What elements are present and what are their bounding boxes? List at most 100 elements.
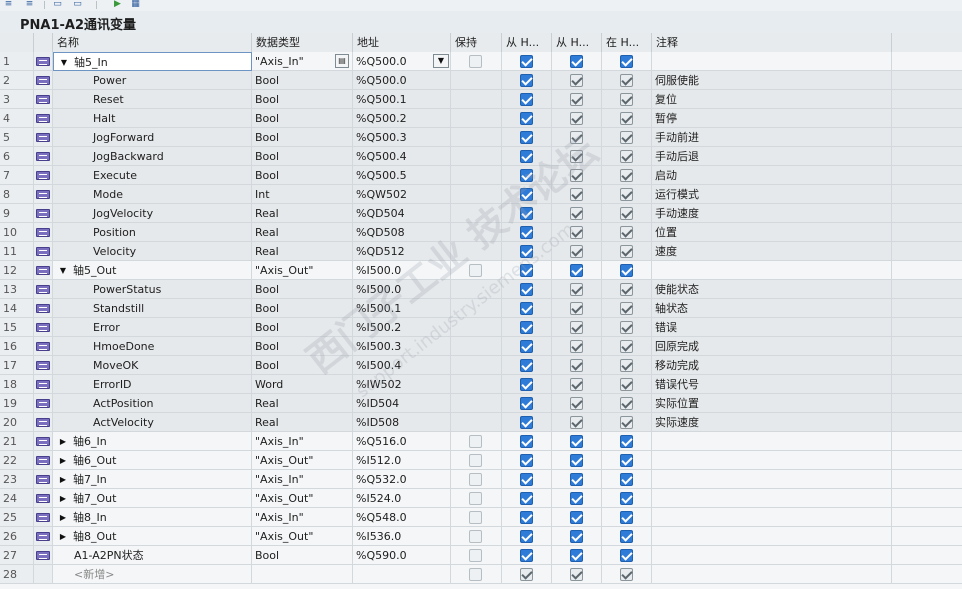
comment-cell[interactable] bbox=[652, 451, 892, 470]
from-hmi-2-checkbox[interactable] bbox=[570, 264, 583, 277]
datatype-cell[interactable]: Bool bbox=[252, 299, 353, 318]
datatype-cell[interactable]: Bool bbox=[252, 109, 353, 128]
from-hmi-2-checkbox[interactable] bbox=[570, 93, 583, 106]
table-row[interactable]: 8 Mode Int %QW502 运行模式 bbox=[0, 185, 962, 204]
name-cell[interactable]: ▶ 轴6_In bbox=[53, 432, 252, 451]
name-cell[interactable]: JogForward bbox=[53, 128, 252, 147]
in-hmi-checkbox[interactable] bbox=[620, 492, 633, 505]
add-new-placeholder[interactable]: <新增> bbox=[74, 565, 114, 583]
from-hmi-1-checkbox[interactable] bbox=[520, 454, 533, 467]
expand-arrow-icon[interactable]: ▶ bbox=[58, 470, 68, 488]
from-hmi-2-checkbox[interactable] bbox=[570, 150, 583, 163]
comment-cell[interactable]: 回原完成 bbox=[652, 337, 892, 356]
from-hmi-2-cell[interactable] bbox=[552, 337, 602, 356]
retain-cell[interactable] bbox=[451, 261, 502, 280]
from-hmi-1-checkbox[interactable] bbox=[520, 397, 533, 410]
comment-cell[interactable] bbox=[652, 470, 892, 489]
address-cell[interactable]: %I500.1 bbox=[353, 299, 451, 318]
table-row[interactable]: 9 JogVelocity Real %QD504 手动速度 bbox=[0, 204, 962, 223]
retain-checkbox[interactable] bbox=[469, 530, 482, 543]
from-hmi-1-checkbox[interactable] bbox=[520, 93, 533, 106]
datatype-cell[interactable]: Bool bbox=[252, 90, 353, 109]
address-cell[interactable]: %Q500.3 bbox=[353, 128, 451, 147]
table-row[interactable]: 2 Power Bool %Q500.0 伺服使能 bbox=[0, 71, 962, 90]
retain-cell[interactable] bbox=[451, 432, 502, 451]
comment-cell[interactable] bbox=[652, 489, 892, 508]
header-address[interactable]: 地址 bbox=[353, 33, 451, 52]
from-hmi-2-checkbox[interactable] bbox=[570, 549, 583, 562]
from-hmi-1-cell[interactable] bbox=[502, 242, 552, 261]
in-hmi-checkbox[interactable] bbox=[620, 226, 633, 239]
from-hmi-1-cell[interactable] bbox=[502, 546, 552, 565]
address-cell[interactable]: %Q516.0 bbox=[353, 432, 451, 451]
datatype-cell[interactable]: Bool bbox=[252, 318, 353, 337]
from-hmi-1-cell[interactable] bbox=[502, 52, 552, 71]
address-cell[interactable]: %Q500.5 bbox=[353, 166, 451, 185]
in-hmi-checkbox[interactable] bbox=[620, 340, 633, 353]
from-hmi-2-checkbox[interactable] bbox=[570, 397, 583, 410]
from-hmi-2-checkbox[interactable] bbox=[570, 340, 583, 353]
watch-icon[interactable]: ▦ bbox=[130, 0, 141, 9]
from-hmi-1-cell[interactable] bbox=[502, 71, 552, 90]
address-cell[interactable]: %QD512 bbox=[353, 242, 451, 261]
name-cell[interactable]: Standstill bbox=[53, 299, 252, 318]
in-hmi-cell[interactable] bbox=[602, 413, 652, 432]
from-hmi-1-checkbox[interactable] bbox=[520, 112, 533, 125]
from-hmi-1-checkbox[interactable] bbox=[520, 359, 533, 372]
retain-checkbox[interactable] bbox=[469, 492, 482, 505]
datatype-cell[interactable]: "Axis_Out" bbox=[252, 451, 353, 470]
expand-icon[interactable]: ▭ bbox=[52, 0, 63, 9]
in-hmi-checkbox[interactable] bbox=[620, 283, 633, 296]
retain-cell[interactable] bbox=[451, 451, 502, 470]
datatype-cell[interactable]: "Axis_Out" bbox=[252, 489, 353, 508]
from-hmi-2-checkbox[interactable] bbox=[570, 169, 583, 182]
in-hmi-cell[interactable] bbox=[602, 318, 652, 337]
retain-cell[interactable] bbox=[451, 565, 502, 584]
from-hmi-1-cell[interactable] bbox=[502, 413, 552, 432]
address-cell[interactable]: %Q500.0 bbox=[353, 71, 451, 90]
from-hmi-2-cell[interactable] bbox=[552, 356, 602, 375]
in-hmi-checkbox[interactable] bbox=[620, 55, 633, 68]
table-row[interactable]: 25 ▶ 轴8_In "Axis_In" %Q548.0 bbox=[0, 508, 962, 527]
table-row[interactable]: 14 Standstill Bool %I500.1 轴状态 bbox=[0, 299, 962, 318]
address-cell[interactable] bbox=[353, 565, 451, 584]
table-row[interactable]: 11 Velocity Real %QD512 速度 bbox=[0, 242, 962, 261]
table-row[interactable]: 24 ▶ 轴7_Out "Axis_Out" %I524.0 bbox=[0, 489, 962, 508]
from-hmi-2-cell[interactable] bbox=[552, 242, 602, 261]
comment-cell[interactable] bbox=[652, 546, 892, 565]
datatype-cell[interactable]: Bool bbox=[252, 356, 353, 375]
in-hmi-checkbox[interactable] bbox=[620, 549, 633, 562]
datatype-cell[interactable]: "Axis_In" ▤ bbox=[252, 52, 353, 71]
from-hmi-1-cell[interactable] bbox=[502, 204, 552, 223]
in-hmi-checkbox[interactable] bbox=[620, 454, 633, 467]
from-hmi-2-checkbox[interactable] bbox=[570, 454, 583, 467]
from-hmi-1-checkbox[interactable] bbox=[520, 473, 533, 486]
comment-cell[interactable]: 错误 bbox=[652, 318, 892, 337]
in-hmi-cell[interactable] bbox=[602, 451, 652, 470]
from-hmi-2-checkbox[interactable] bbox=[570, 207, 583, 220]
comment-cell[interactable]: 伺服使能 bbox=[652, 71, 892, 90]
from-hmi-2-cell[interactable] bbox=[552, 394, 602, 413]
name-cell[interactable]: PowerStatus bbox=[53, 280, 252, 299]
in-hmi-cell[interactable] bbox=[602, 546, 652, 565]
comment-cell[interactable] bbox=[652, 508, 892, 527]
name-cell[interactable]: <新增> bbox=[53, 565, 252, 584]
address-cell[interactable]: %Q500.2 bbox=[353, 109, 451, 128]
from-hmi-2-cell[interactable] bbox=[552, 318, 602, 337]
from-hmi-2-cell[interactable] bbox=[552, 90, 602, 109]
table-row[interactable]: 17 MoveOK Bool %I500.4 移动完成 bbox=[0, 356, 962, 375]
from-hmi-1-checkbox[interactable] bbox=[520, 207, 533, 220]
retain-checkbox[interactable] bbox=[469, 264, 482, 277]
from-hmi-2-cell[interactable] bbox=[552, 451, 602, 470]
comment-cell[interactable]: 移动完成 bbox=[652, 356, 892, 375]
table-row[interactable]: 18 ErrorID Word %IW502 错误代号 bbox=[0, 375, 962, 394]
comment-cell[interactable]: 速度 bbox=[652, 242, 892, 261]
name-cell[interactable]: ErrorID bbox=[53, 375, 252, 394]
from-hmi-1-checkbox[interactable] bbox=[520, 321, 533, 334]
address-cell[interactable]: %QW502 bbox=[353, 185, 451, 204]
comment-cell[interactable] bbox=[652, 432, 892, 451]
name-cell[interactable]: Mode bbox=[53, 185, 252, 204]
from-hmi-2-checkbox[interactable] bbox=[570, 226, 583, 239]
table-row[interactable]: 16 HmoeDone Bool %I500.3 回原完成 bbox=[0, 337, 962, 356]
address-cell[interactable]: %QD504 bbox=[353, 204, 451, 223]
